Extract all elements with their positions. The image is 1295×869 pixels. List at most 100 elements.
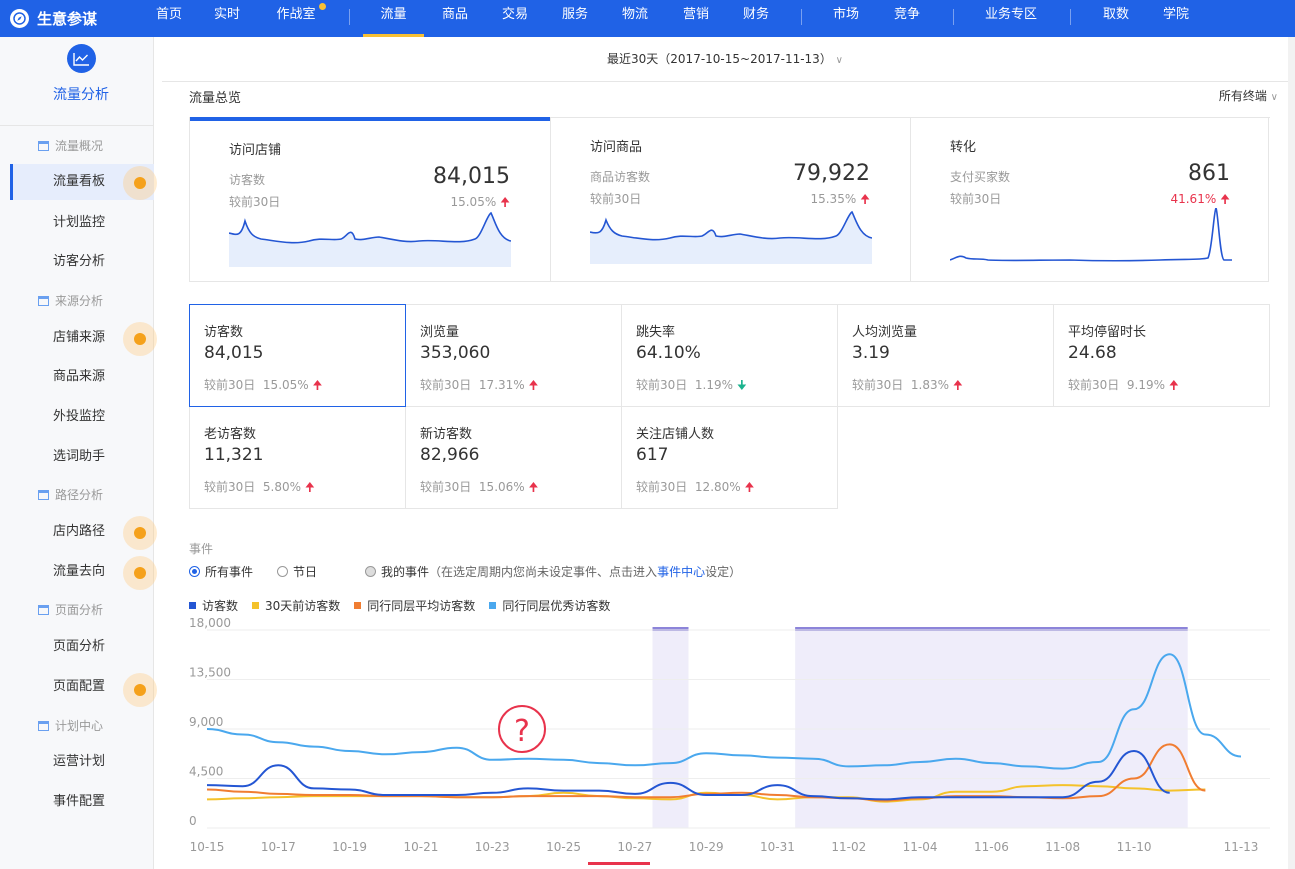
nav-academy[interactable]: 学院 (1153, 0, 1199, 37)
legend-swatch (252, 602, 260, 609)
metric-value: 617 (636, 445, 669, 465)
metric-avg-duration[interactable]: 平均停留时长 24.68 较前30日 9.19% 🠉 (1053, 304, 1270, 407)
nav-divider (1070, 9, 1071, 25)
sidebar-item-product-source[interactable]: 商品来源 (10, 359, 154, 395)
terminal-selector[interactable]: 所有终端 ∨ (1219, 87, 1278, 104)
legend-item-peer-top[interactable]: 同行同层优秀访客数 (489, 597, 610, 614)
sparkline (229, 211, 511, 267)
nav-data-fetch[interactable]: 取数 (1093, 0, 1139, 37)
card-label: 访客数 (229, 173, 266, 187)
radio-disabled[interactable] (365, 566, 377, 577)
nav-warroom[interactable]: 作战室 (268, 0, 324, 37)
nav-product[interactable]: 商品 (432, 0, 478, 37)
event-option-holiday[interactable]: 节日 (277, 563, 317, 580)
metric-avg-pageviews[interactable]: 人均浏览量 3.19 较前30日 1.83% 🠉 (837, 304, 1054, 407)
card-conversion[interactable]: 转化 支付买家数 861 较前30日 41.61% 🠉 (910, 117, 1270, 282)
event-center-link[interactable]: 事件中心 (657, 565, 705, 579)
radio-checked[interactable] (189, 566, 200, 577)
metric-compare: 较前30日 1.83% 🠉 (852, 376, 963, 397)
legend-label: 访客数 (202, 599, 239, 613)
metric-change-value: 1.83% (910, 378, 950, 392)
nav-finance[interactable]: 财务 (733, 0, 779, 37)
top-nav: 生意参谋 首页 实时 作战室 流量 商品 交易 服务 物流 营销 财务 市场 竞… (0, 0, 1295, 37)
hint-hotspot[interactable] (123, 322, 157, 356)
sidebar-item-external[interactable]: 外投监控 (10, 399, 154, 435)
nav-trade[interactable]: 交易 (492, 0, 538, 37)
metric-pageviews[interactable]: 浏览量 353,060 较前30日 17.31% 🠉 (405, 304, 622, 407)
event-option-label: 我的事件 (381, 565, 430, 579)
metric-change-value: 1.19% (694, 378, 734, 392)
metric-value: 84,015 (204, 343, 264, 363)
nav-marketing[interactable]: 营销 (673, 0, 719, 37)
nav-logistics[interactable]: 物流 (612, 0, 658, 37)
overview-cards: 访问店铺 访客数 84,015 较前30日 15.05% 🠉 访问商品 商品访客… (189, 117, 1270, 282)
terminal-label: 所有终端 (1218, 89, 1267, 103)
nav-divider (953, 9, 954, 25)
brand[interactable]: 生意参谋 (10, 0, 97, 37)
y-tick-label: 0 (189, 814, 197, 828)
visitor-trend-chart[interactable]: 0 4,500 9,000 13,500 18,000 10-15 10-17 10-19 10… (180, 615, 1280, 860)
card-product-visit[interactable]: 访问商品 商品访客数 79,922 较前30日 15.35% 🠉 (550, 117, 910, 282)
building-icon (38, 295, 49, 306)
event-option-all[interactable]: 所有事件 (189, 563, 253, 580)
nav-home[interactable]: 首页 (146, 0, 192, 37)
sidebar-group-label: 计划中心 (55, 719, 104, 733)
metric-name: 人均浏览量 (852, 325, 918, 340)
event-option-mine[interactable]: 我的事件 (365, 563, 429, 580)
x-tick-label: 10-31 (760, 840, 795, 854)
legend-item-peer-avg[interactable]: 同行同层平均访客数 (354, 597, 475, 614)
sidebar-group-label: 路径分析 (55, 488, 104, 502)
date-range-selector[interactable]: 最近30天（2017-10-15~2017-11-13） ∨ (162, 37, 1288, 82)
nav-business-zone[interactable]: 业务专区 (976, 0, 1046, 37)
card-title: 转化 (950, 140, 977, 155)
hint-hotspot[interactable] (123, 166, 157, 200)
metric-value: 82,966 (420, 445, 480, 465)
metric-name: 平均停留时长 (1068, 325, 1147, 340)
date-range-label: 最近30天（2017-10-15~2017-11-13） (607, 52, 832, 66)
metric-compare-label: 较前30日 (852, 378, 904, 392)
x-tick-label: 11-06 (974, 840, 1009, 854)
metric-new-visitors[interactable]: 新访客数 82,966 较前30日 15.06% 🠉 (405, 406, 622, 509)
nav-market[interactable]: 市场 (823, 0, 869, 37)
sidebar-item-visitor-analysis[interactable]: 访客分析 (10, 244, 154, 280)
x-tick-label: 11-02 (831, 840, 866, 854)
hint-hotspot[interactable] (123, 516, 157, 550)
hint-hotspot[interactable] (123, 556, 157, 590)
sidebar-group-path: 路径分析 (38, 486, 103, 503)
metric-change-value: 12.80% (694, 480, 741, 494)
metric-value: 24.68 (1068, 343, 1117, 363)
nav-competition[interactable]: 竞争 (884, 0, 930, 37)
event-hint: （在选定周期内您尚未设定事件、点击进入事件中心设定） (429, 563, 741, 580)
metric-bounce-rate[interactable]: 跳失率 64.10% 较前30日 1.19% 🠋 (621, 304, 838, 407)
sidebar-item-plan-monitor[interactable]: 计划监控 (10, 205, 154, 241)
radio-unchecked[interactable] (277, 566, 289, 577)
events-title: 事件 (189, 542, 214, 556)
page-scrollbar[interactable] (1288, 37, 1295, 869)
sidebar-item-keyword[interactable]: 选词助手 (10, 439, 154, 475)
metric-compare-label: 较前30日 (636, 480, 688, 494)
nav-realtime[interactable]: 实时 (204, 0, 250, 37)
sidebar-item-event-config[interactable]: 事件配置 (10, 784, 154, 820)
timeline-scroll-indicator[interactable] (588, 862, 650, 865)
card-shop-visit[interactable]: 访问店铺 访客数 84,015 较前30日 15.05% 🠉 (190, 117, 550, 282)
metric-name: 跳失率 (636, 325, 676, 340)
sidebar-item-ops-plan[interactable]: 运营计划 (10, 744, 154, 780)
hint-hotspot[interactable] (123, 673, 157, 707)
nav-traffic[interactable]: 流量 (363, 0, 424, 37)
legend-item-visitors[interactable]: 访客数 (189, 597, 238, 614)
metric-compare-label: 较前30日 (420, 480, 472, 494)
sidebar-item-page-analysis[interactable]: 页面分析 (10, 629, 154, 665)
metric-change-value: 15.06% (478, 480, 525, 494)
nav-service[interactable]: 服务 (552, 0, 598, 37)
arrow-up-icon: 🠉 (1220, 192, 1230, 206)
x-tick-label: 11-13 (1224, 840, 1259, 854)
legend-label: 同行同层平均访客数 (367, 599, 476, 613)
metric-shop-followers[interactable]: 关注店铺人数 617 较前30日 12.80% 🠉 (621, 406, 838, 509)
event-option-label: 所有事件 (205, 565, 254, 579)
sidebar-group-plan: 计划中心 (38, 717, 103, 734)
metric-returning-visitors[interactable]: 老访客数 11,321 较前30日 5.80% 🠉 (189, 406, 406, 509)
metric-value: 64.10% (636, 343, 701, 363)
legend-item-last30[interactable]: 30天前访客数 (252, 597, 340, 614)
new-badge-dot (319, 3, 326, 10)
metric-visitors[interactable]: 访客数 84,015 较前30日 15.05% 🠉 (189, 304, 406, 407)
